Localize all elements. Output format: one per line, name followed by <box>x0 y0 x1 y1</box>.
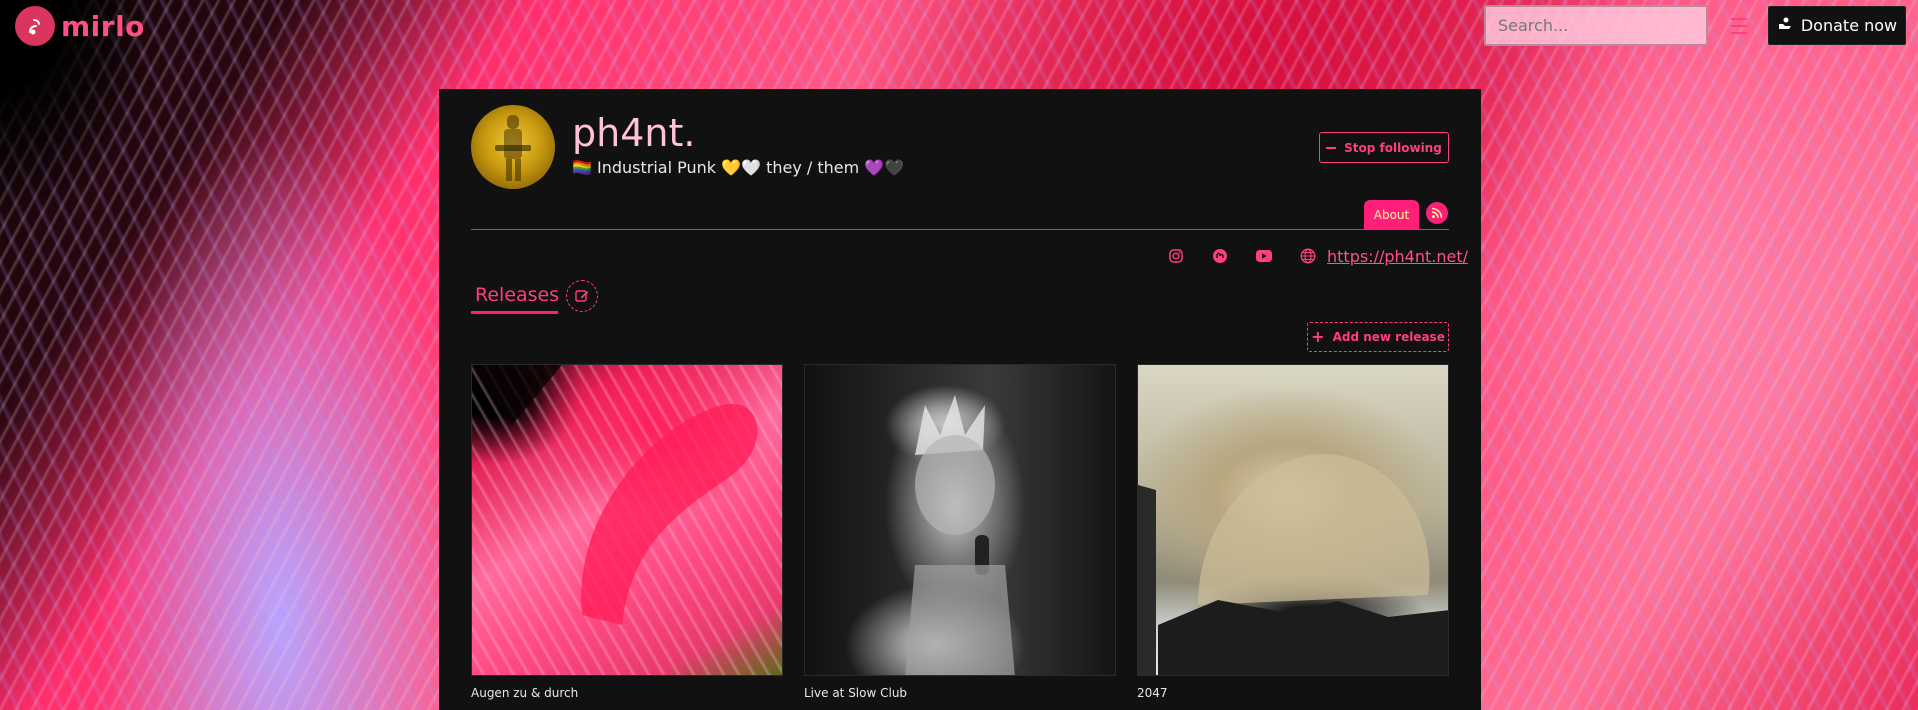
artist-bio: 🏳️‍🌈 Industrial Punk 💛🤍 they / them 💜🖤 <box>572 158 905 177</box>
website-link[interactable]: https://ph4nt.net/ <box>1327 247 1468 266</box>
release-cover[interactable] <box>1137 364 1449 676</box>
release-title[interactable]: 2047 <box>1137 686 1449 700</box>
artist-panel: ph4nt. 🏳️‍🌈 Industrial Punk 💛🤍 they / th… <box>439 89 1481 710</box>
minus-icon <box>1326 146 1337 149</box>
artist-avatar <box>471 105 555 189</box>
edit-releases-button[interactable] <box>566 280 598 312</box>
release-title[interactable]: Augen zu & durch <box>471 686 783 700</box>
donate-hand-icon <box>1777 16 1793 36</box>
release-card[interactable]: Augen zu & durch <box>471 364 783 700</box>
logo-text: mirlo <box>61 9 145 43</box>
edit-icon <box>575 290 589 302</box>
release-title[interactable]: Live at Slow Club <box>804 686 1116 700</box>
release-cover[interactable] <box>804 364 1116 676</box>
menu-icon[interactable] <box>1731 18 1747 34</box>
rss-icon[interactable] <box>1426 202 1448 224</box>
donate-label: Donate now <box>1800 16 1898 35</box>
mirlo-bird-icon <box>15 6 55 46</box>
tab-releases[interactable]: Releases <box>471 279 559 314</box>
header-divider <box>471 229 1449 230</box>
plus-icon: + <box>1311 327 1325 346</box>
globe-icon <box>1297 245 1319 267</box>
youtube-icon[interactable] <box>1253 245 1275 267</box>
artist-links: https://ph4nt.net/ <box>1165 245 1468 267</box>
add-new-release-button[interactable]: + Add new release <box>1307 322 1449 352</box>
stop-following-label: Stop following <box>1344 140 1442 155</box>
mirlo-logo-link[interactable]: mirlo <box>15 6 145 46</box>
tab-about[interactable]: About <box>1364 200 1419 229</box>
instagram-icon[interactable] <box>1165 245 1187 267</box>
add-release-label: Add new release <box>1332 330 1445 344</box>
mastodon-icon[interactable] <box>1209 245 1231 267</box>
release-cover[interactable] <box>471 364 783 676</box>
artist-name: ph4nt. <box>572 111 696 155</box>
search-input[interactable] <box>1484 5 1708 46</box>
release-card[interactable]: 2047 <box>1137 364 1449 700</box>
release-card[interactable]: Live at Slow Club <box>804 364 1116 700</box>
stop-following-button[interactable]: Stop following <box>1319 132 1449 163</box>
donate-button[interactable]: Donate now <box>1768 6 1906 45</box>
